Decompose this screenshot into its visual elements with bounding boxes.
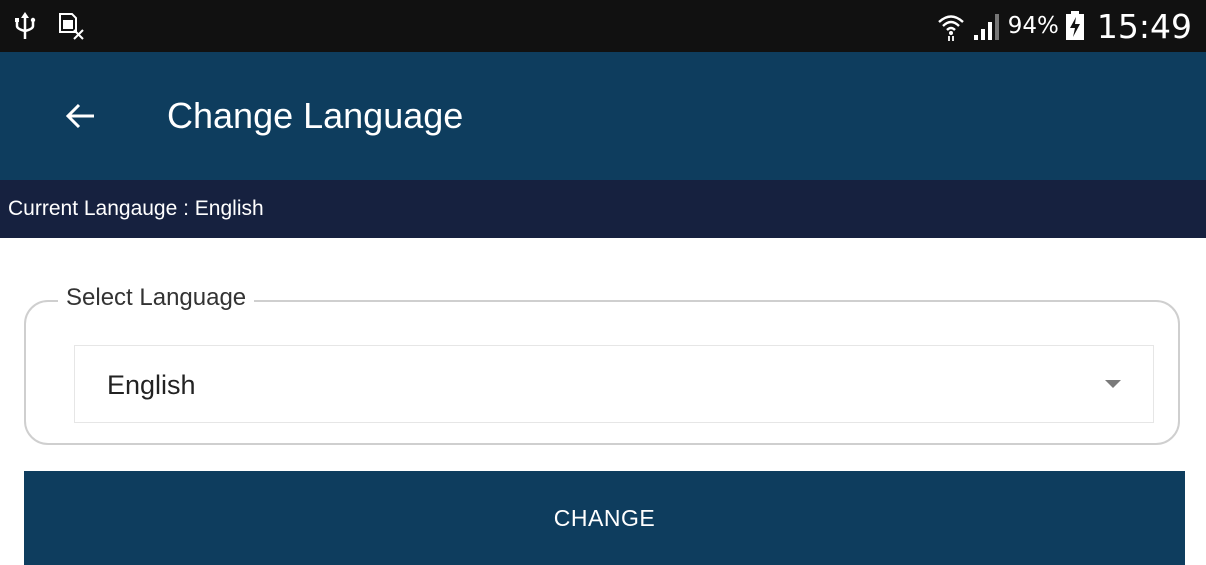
signal-icon xyxy=(972,12,1002,40)
arrow-left-icon xyxy=(64,102,96,130)
status-right-icons: 94% 15:49 xyxy=(936,0,1192,52)
no-sim-icon xyxy=(58,12,84,40)
status-left-icons xyxy=(14,8,84,44)
app-bar: Change Language xyxy=(0,52,1206,180)
wifi-icon xyxy=(936,11,966,41)
change-button[interactable]: CHANGE xyxy=(24,471,1185,565)
back-button[interactable] xyxy=(52,88,108,144)
current-language-strip: Current Langauge : English xyxy=(0,180,1206,238)
language-select-value: English xyxy=(107,370,196,400)
status-bar: 94% 15:49 xyxy=(0,0,1206,52)
status-clock: 15:49 xyxy=(1096,6,1192,46)
page-title: Change Language xyxy=(167,95,464,136)
language-select[interactable]: English xyxy=(74,345,1154,423)
current-language-text: Current Langauge : English xyxy=(8,197,264,220)
language-field-legend: Select Language xyxy=(58,284,255,312)
dropdown-triangle-icon xyxy=(1105,380,1121,388)
battery-charging-icon xyxy=(1065,11,1085,41)
battery-percent: 94% xyxy=(1007,12,1059,39)
screen: 94% 15:49 Change Language Current Langau… xyxy=(0,0,1206,565)
usb-icon xyxy=(14,11,36,41)
